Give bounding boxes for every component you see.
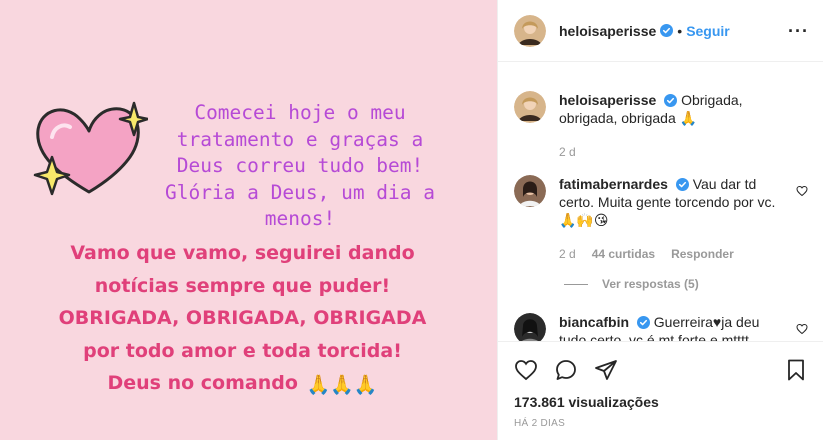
comment-body: fatimabernardes Vau dar td certo. Muita … xyxy=(559,175,808,263)
story-mono-line: tratamento e graças a xyxy=(176,127,424,151)
verified-badge-icon xyxy=(636,316,650,329)
like-heart-icon[interactable] xyxy=(514,358,538,382)
more-options-icon[interactable]: ··· xyxy=(788,22,809,40)
comment-bubble-icon[interactable] xyxy=(554,358,578,382)
comment-item: biancafbin Guerreira♥ja deu tudo certo, … xyxy=(514,313,808,341)
post-timestamp[interactable]: HÁ 2 DIAS xyxy=(514,418,808,429)
post-header: heloisaperisse • Seguir ··· xyxy=(498,0,823,62)
sparkle-heart-icon xyxy=(33,101,148,196)
comment-body: biancafbin Guerreira♥ja deu tudo certo, … xyxy=(559,313,808,341)
verified-badge-icon xyxy=(660,24,674,37)
avatar[interactable] xyxy=(514,313,546,341)
follow-button[interactable]: Seguir xyxy=(686,23,730,39)
caption-comment: heloisaperisse Obrigada, obrigada, obrig… xyxy=(514,91,808,161)
comment-body: heloisaperisse Obrigada, obrigada, obrig… xyxy=(559,91,808,161)
post-sidebar: heloisaperisse • Seguir ··· heloisaperis… xyxy=(497,0,823,440)
reply-button[interactable]: Responder xyxy=(671,245,734,263)
comment-username[interactable]: heloisaperisse xyxy=(559,92,656,108)
comment-item: fatimabernardes Vau dar td certo. Muita … xyxy=(514,175,808,263)
share-plane-icon[interactable] xyxy=(594,358,618,382)
view-count[interactable]: 173.861 visualizações xyxy=(514,394,808,410)
heart-icon[interactable] xyxy=(796,323,808,335)
avatar[interactable] xyxy=(514,14,546,47)
story-caption-mono: Comecei hoje o meu tratamento e graças a… xyxy=(150,100,450,233)
comment-meta: 2 d xyxy=(559,143,780,161)
verified-badge-icon xyxy=(664,94,678,107)
comment-username[interactable]: fatimabernardes xyxy=(559,176,668,192)
story-mono-line: Comecei hoje o meu xyxy=(194,101,406,124)
story-bold-line: por todo amor e toda torcida! xyxy=(83,339,402,362)
comment-meta: 2 d 44 curtidas Responder xyxy=(559,245,780,263)
comment-time[interactable]: 2 d xyxy=(559,245,576,263)
separator-dot: • xyxy=(677,22,683,39)
comment-likes[interactable]: 44 curtidas xyxy=(592,245,655,263)
action-bar xyxy=(514,356,808,384)
comment-time[interactable]: 2 d xyxy=(559,143,576,161)
avatar[interactable] xyxy=(514,175,546,207)
header-username[interactable]: heloisaperisse xyxy=(559,23,656,39)
story-mono-line: Deus correu tudo bem! xyxy=(176,154,424,177)
post-actions: 173.861 visualizações HÁ 2 DIAS xyxy=(498,341,823,429)
story-mono-line: menos! xyxy=(264,207,336,230)
story-bold-line: Vamo que vamo, seguirei dando xyxy=(70,242,415,264)
view-replies-button[interactable]: Ver respostas (5) xyxy=(564,277,808,291)
praying-hands-emoji: 🙏🙏🙏 xyxy=(306,374,378,396)
heart-icon[interactable] xyxy=(796,185,808,197)
divider-line xyxy=(564,283,588,285)
story-bold-line: notícias sempre que puder! xyxy=(94,274,391,297)
comments-list[interactable]: heloisaperisse Obrigada, obrigada, obrig… xyxy=(498,63,823,341)
post-image[interactable]: Comecei hoje o meu tratamento e graças a… xyxy=(0,0,497,440)
story-caption-bold: Vamo que vamo, seguirei dando notícias s… xyxy=(10,237,475,402)
avatar[interactable] xyxy=(514,91,546,123)
story-mono-line: Glória a Deus, um dia a xyxy=(164,180,436,204)
story-bold-line-last: Deus no comando 🙏🙏🙏 xyxy=(10,367,475,402)
story-bold-line: OBRIGADA, OBRIGADA, OBRIGADA xyxy=(58,307,427,329)
story-bold-line: Deus no comando xyxy=(107,372,298,394)
verified-badge-icon xyxy=(675,178,689,191)
comment-username[interactable]: biancafbin xyxy=(559,314,629,330)
bookmark-icon[interactable] xyxy=(784,358,808,382)
view-replies-label: Ver respostas (5) xyxy=(602,277,699,291)
